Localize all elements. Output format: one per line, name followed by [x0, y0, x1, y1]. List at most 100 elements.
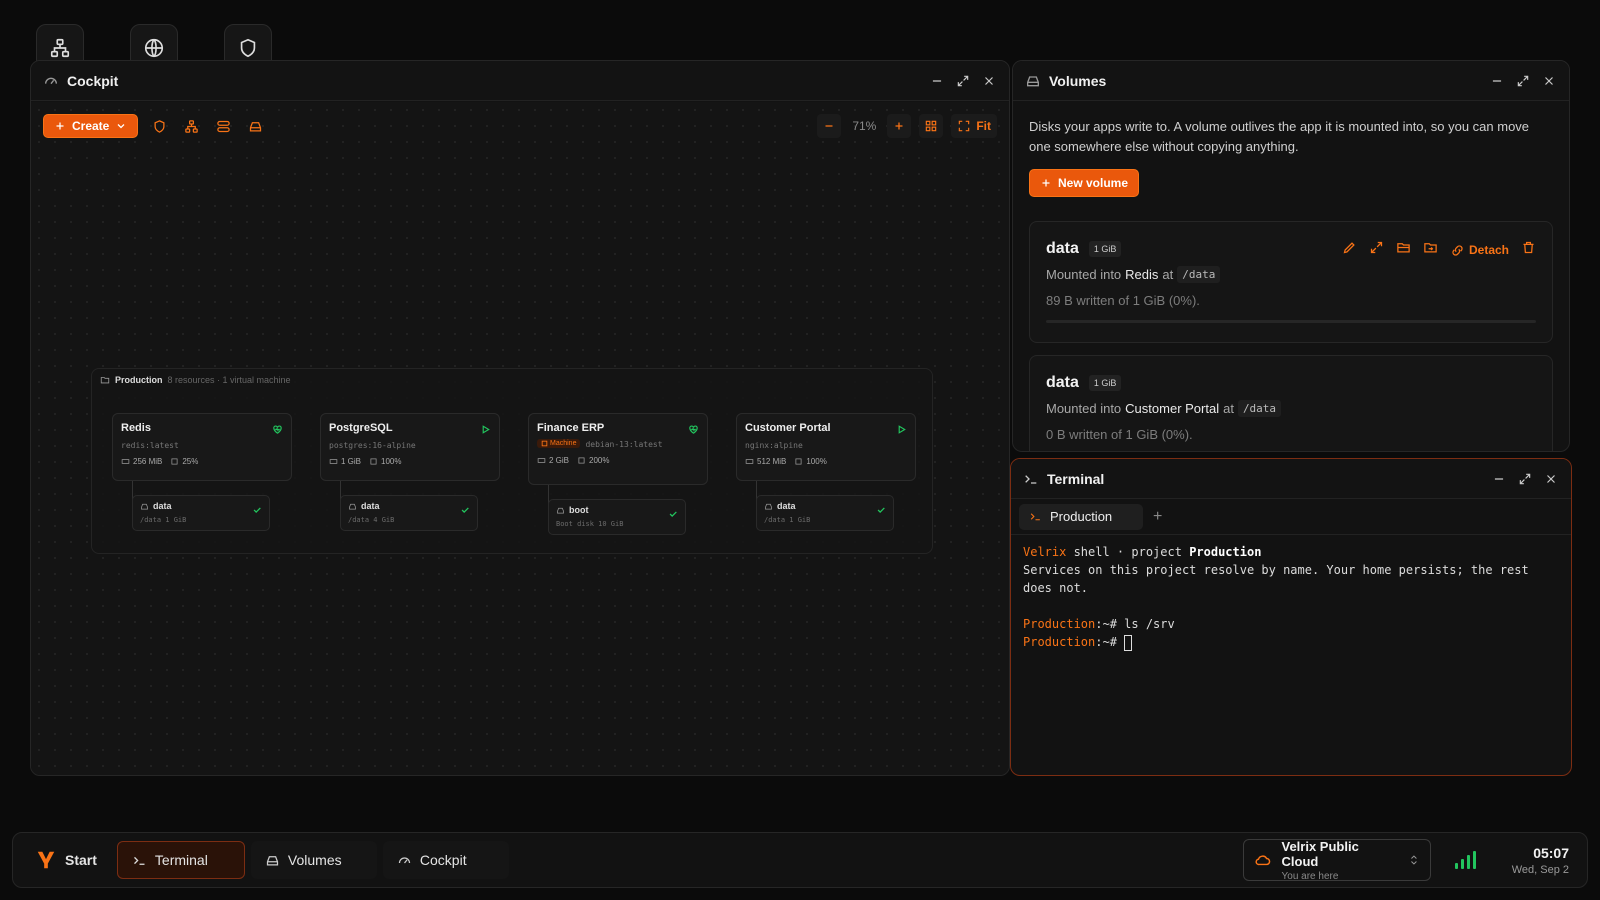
terminal-icon: [1025, 474, 1037, 484]
new-volume-button[interactable]: New volume: [1029, 169, 1140, 197]
zoom-in-button[interactable]: [887, 114, 912, 138]
clock[interactable]: 05:07 Wed, Sep 2: [1512, 845, 1579, 876]
close-button[interactable]: [1543, 471, 1559, 487]
node-customer-portal[interactable]: Customer Portal nginx:alpine 512 MiB 100…: [736, 413, 916, 481]
terminal-output[interactable]: Velrix shell · project Production Servic…: [1011, 535, 1571, 659]
delete-button[interactable]: [1521, 240, 1536, 260]
node-volume-card[interactable]: data /data 4 GiB: [340, 495, 478, 531]
minimize-button[interactable]: [929, 73, 945, 89]
volumes-description: Disks your apps write to. A volume outli…: [1029, 119, 1530, 154]
add-tab-button[interactable]: +: [1153, 508, 1162, 526]
detach-label: Detach: [1468, 243, 1509, 257]
zoom-out-button[interactable]: [817, 114, 842, 138]
close-button[interactable]: [981, 73, 997, 89]
minimize-button[interactable]: [1491, 471, 1507, 487]
new-volume-label: New volume: [1058, 176, 1129, 190]
detach-button[interactable]: Detach: [1450, 243, 1509, 258]
cockpit-canvas[interactable]: Create 71% Fit Production 8 resources · …: [31, 102, 1009, 775]
shell-project: Production: [1189, 545, 1262, 559]
terminal-tabs: Production +: [1011, 499, 1571, 535]
shell-intro: shell · project: [1066, 545, 1190, 559]
node-redis[interactable]: Redis redis:latest 256 MiB 25%: [112, 413, 292, 481]
zoom-controls: 71% Fit: [817, 114, 997, 138]
cloud-subtitle: You are here: [1281, 870, 1339, 882]
cloud-selector[interactable]: Velrix Public Cloud You are here: [1242, 839, 1431, 882]
maximize-button[interactable]: [955, 73, 971, 89]
folder-move-icon: [1424, 243, 1437, 253]
move-button[interactable]: [1423, 240, 1438, 260]
folder-open-icon: [1397, 243, 1410, 253]
terminal-cursor[interactable]: [1124, 634, 1133, 651]
volumes-title: Volumes: [1049, 72, 1107, 89]
cockpit-titlebar[interactable]: Cockpit: [31, 61, 1009, 101]
node-volume-card[interactable]: data /data 1 GiB: [756, 495, 894, 531]
node-mem: 2 GiB: [549, 456, 570, 465]
taskbar-item-volumes[interactable]: Volumes: [250, 841, 377, 879]
rename-button[interactable]: [1342, 240, 1357, 260]
prompt-tail: :~#: [1095, 635, 1125, 649]
clock-date: Wed, Sep 2: [1511, 863, 1569, 876]
resize-button[interactable]: [1369, 240, 1384, 260]
volume-sub: /data 4 GiB: [348, 516, 395, 524]
close-button[interactable]: [1541, 73, 1557, 89]
expand-icon: [1370, 241, 1383, 254]
taskbar-item-terminal[interactable]: Terminal: [116, 841, 245, 879]
maximize-button[interactable]: [1515, 73, 1531, 89]
maximize-button[interactable]: [1517, 471, 1533, 487]
gauge-icon: [45, 77, 57, 84]
terminal-tab-label: Production: [1050, 509, 1113, 524]
node-finance-erp[interactable]: Finance ERP Machine debian-13:latest 2 Gi…: [528, 413, 708, 485]
start-label: Start: [65, 852, 97, 868]
browse-button[interactable]: [1396, 240, 1411, 260]
network-tool-button[interactable]: [180, 115, 202, 137]
start-button[interactable]: Start: [21, 841, 111, 879]
terminal-titlebar[interactable]: Terminal: [1011, 459, 1571, 499]
shield-icon: [154, 119, 165, 133]
node-volume-card[interactable]: boot Boot disk 10 GiB: [548, 499, 686, 535]
node-image: debian-13:latest: [585, 440, 663, 449]
node-image: nginx:alpine: [745, 441, 803, 450]
cockpit-title: Cockpit: [67, 72, 119, 89]
hard-drive-icon: [765, 503, 772, 509]
minimize-button[interactable]: [1489, 73, 1505, 89]
terminal-icon: [133, 856, 145, 865]
volume-sub: /data 1 GiB: [140, 516, 187, 524]
node-volume-card[interactable]: data /data 1 GiB: [132, 495, 270, 531]
hard-drive-icon: [249, 121, 261, 131]
mount-path: /data: [1237, 400, 1282, 417]
close-icon: [985, 76, 993, 85]
node-cpu: 100%: [381, 457, 402, 466]
terminal-title: Terminal: [1047, 470, 1105, 487]
minimize-icon: [1494, 477, 1504, 480]
node-mem: 256 MiB: [133, 457, 163, 466]
taskbar-item-cockpit[interactable]: Cockpit: [382, 841, 509, 879]
close-icon: [1545, 76, 1553, 85]
volumes-titlebar[interactable]: Volumes: [1013, 61, 1569, 101]
disk-tool-button[interactable]: [244, 115, 266, 137]
fit-button[interactable]: Fit: [951, 114, 997, 138]
node-postgresql[interactable]: PostgreSQL postgres:16-alpine 1 GiB 100%: [320, 413, 500, 481]
route-tool-button[interactable]: [212, 115, 234, 137]
shield-tool-button[interactable]: [148, 115, 170, 137]
maximize-icon: [1519, 473, 1531, 484]
volume-card[interactable]: data 1 GiB Mounted into Redis at /data 8…: [1029, 221, 1553, 343]
mount-path: /data: [1177, 266, 1221, 283]
create-button[interactable]: Create: [43, 114, 139, 138]
minus-icon: [825, 125, 833, 127]
node-image: redis:latest: [121, 441, 179, 450]
terminal-tab-production[interactable]: Production: [1019, 503, 1143, 530]
maximize-icon: [957, 75, 969, 86]
production-group[interactable]: Production 8 resources · 1 virtual machi…: [91, 368, 933, 554]
grid-icon: [926, 120, 937, 132]
shield-icon: [240, 38, 256, 58]
fit-screen-icon: [959, 120, 970, 132]
close-icon: [1547, 474, 1555, 483]
taskbar-label: Cockpit: [419, 852, 467, 868]
volume-card[interactable]: data 1 GiB Mounted into Customer Portal …: [1029, 355, 1553, 451]
grid-button[interactable]: [919, 114, 944, 138]
hard-drive-icon: [266, 855, 279, 865]
volume-name: data: [361, 501, 380, 511]
taskbar: Start Terminal Volumes Cockpit Velrix Pu…: [12, 832, 1588, 888]
clock-time: 05:07: [1533, 844, 1569, 861]
check-icon: [668, 506, 678, 524]
